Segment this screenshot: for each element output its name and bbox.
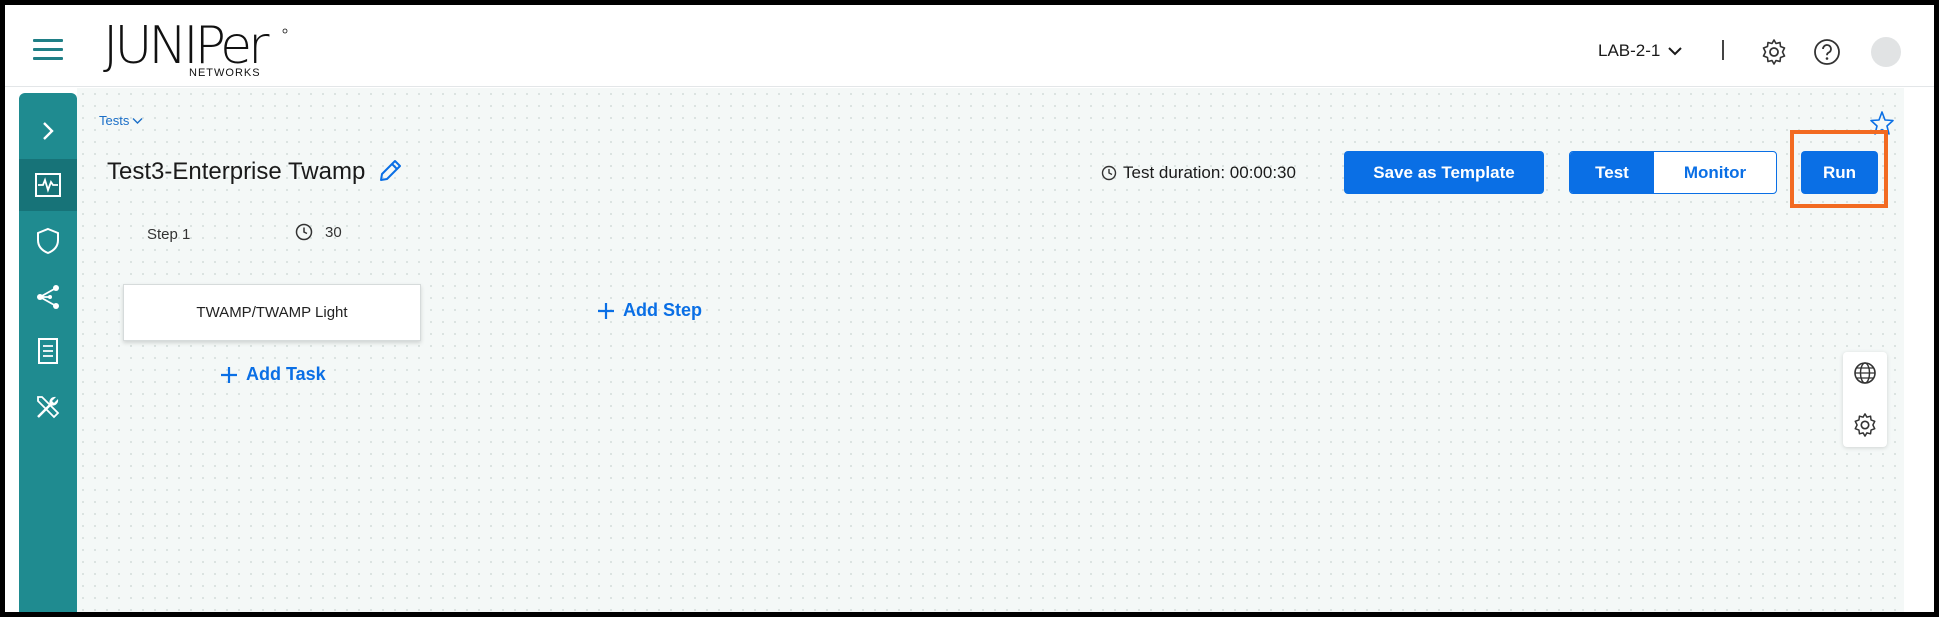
tools-icon xyxy=(37,396,60,419)
add-step-button[interactable]: Add Step xyxy=(597,300,702,321)
task-card[interactable]: TWAMP/TWAMP Light xyxy=(123,284,421,341)
task-card-label: TWAMP/TWAMP Light xyxy=(196,304,348,321)
juniper-logo: JUNIPer NETWORKS xyxy=(103,16,293,79)
chevron-down-icon xyxy=(132,117,143,124)
sidebar-item-reports[interactable] xyxy=(19,325,77,377)
tab-monitor[interactable]: Monitor xyxy=(1654,152,1776,193)
step-label: Step 1 xyxy=(147,226,191,243)
settings-gear-icon[interactable] xyxy=(1760,38,1788,66)
settings-gear-icon[interactable] xyxy=(1852,412,1878,438)
add-task-button[interactable]: Add Task xyxy=(220,364,326,385)
edit-pencil-icon[interactable] xyxy=(377,158,403,184)
top-bar: JUNIPer NETWORKS LAB-2-1 xyxy=(5,5,1934,87)
plus-icon xyxy=(598,302,614,319)
test-duration: Test duration: 00:00:30 xyxy=(1101,163,1296,183)
menu-icon[interactable] xyxy=(33,39,63,61)
chevron-down-icon xyxy=(1668,47,1683,56)
add-step-label: Add Step xyxy=(623,300,702,320)
sidebar xyxy=(19,93,77,612)
site-selector[interactable]: LAB-2-1 xyxy=(1598,41,1683,61)
sidebar-item-expand[interactable] xyxy=(19,105,77,157)
clock-icon xyxy=(295,223,313,241)
plus-icon xyxy=(221,366,237,383)
sidebar-item-monitor[interactable] xyxy=(19,159,77,211)
breadcrumb[interactable]: Tests xyxy=(99,113,143,128)
sidebar-item-tools[interactable] xyxy=(19,381,77,433)
header-divider xyxy=(1722,40,1724,60)
tab-test[interactable]: Test xyxy=(1570,152,1654,193)
step-timer: 30 xyxy=(295,223,342,241)
page-title: Test3-Enterprise Twamp xyxy=(107,158,366,185)
shield-icon xyxy=(37,227,59,255)
document-list-icon xyxy=(38,338,58,364)
chevron-right-icon xyxy=(43,122,54,140)
pulse-monitor-icon xyxy=(35,173,61,197)
save-as-template-button[interactable]: Save as Template xyxy=(1344,151,1544,194)
run-button[interactable]: Run xyxy=(1801,151,1878,194)
help-icon[interactable] xyxy=(1813,38,1841,66)
step-timer-value: 30 xyxy=(325,223,342,241)
bottom-strip xyxy=(0,617,1939,627)
sidebar-item-network[interactable] xyxy=(19,271,77,323)
share-network-icon xyxy=(37,285,59,309)
add-task-label: Add Task xyxy=(246,364,326,384)
logo-subtext: NETWORKS xyxy=(189,67,261,79)
floating-tool-panel xyxy=(1843,352,1887,447)
test-monitor-toggle: Test Monitor xyxy=(1569,151,1777,194)
sidebar-item-security[interactable] xyxy=(19,215,77,267)
test-editor-canvas: Tests Test3-Enterprise Twamp Test durati… xyxy=(77,88,1904,612)
clock-icon xyxy=(1101,165,1117,181)
breadcrumb-tests: Tests xyxy=(99,113,130,128)
globe-icon[interactable] xyxy=(1852,360,1878,386)
app-window: JUNIPer NETWORKS LAB-2-1 Tests Test3-Ent… xyxy=(0,0,1939,617)
site-selector-label: LAB-2-1 xyxy=(1598,41,1661,60)
avatar[interactable] xyxy=(1871,37,1901,67)
test-duration-label: Test duration: 00:00:30 xyxy=(1123,163,1296,182)
